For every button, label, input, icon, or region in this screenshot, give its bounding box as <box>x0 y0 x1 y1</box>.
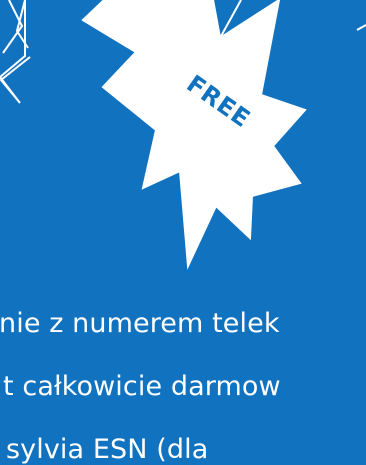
right-star-icon <box>356 24 366 31</box>
center-star-icon <box>81 0 307 270</box>
left-star-icon <box>0 0 31 104</box>
description-line-2: t całkowicie darmow <box>3 371 281 402</box>
description-line-1: nie z numerem telek <box>0 308 280 339</box>
